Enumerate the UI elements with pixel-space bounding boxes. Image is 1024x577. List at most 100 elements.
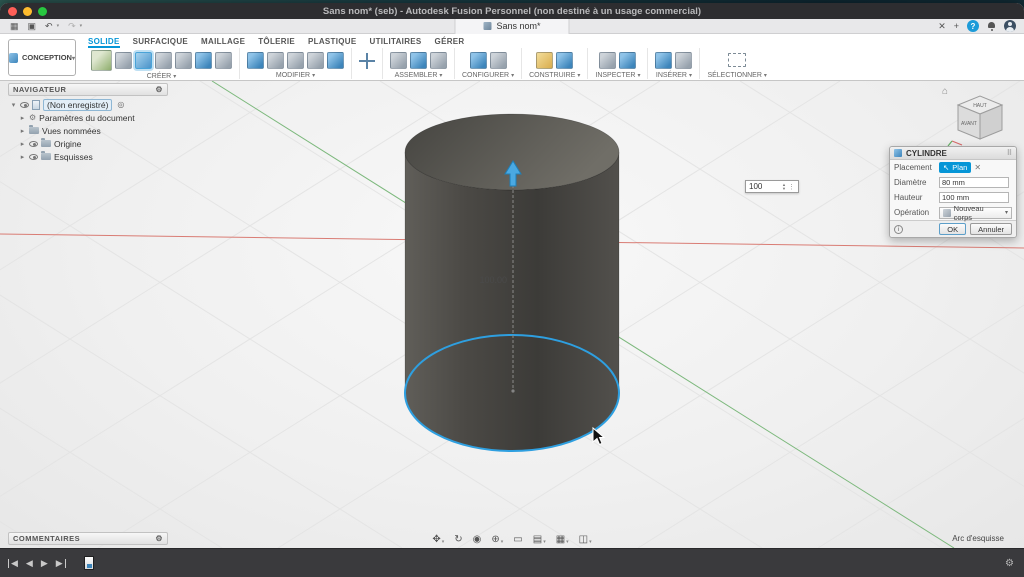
tab-surfacique[interactable]: SURFACIQUE	[133, 34, 188, 48]
visibility-eye-icon[interactable]	[29, 154, 38, 160]
group-creer-label[interactable]: CRÉER	[147, 73, 177, 80]
activate-radio-icon[interactable]: ◎	[117, 100, 124, 109]
placement-chip[interactable]: ↖ Plan	[939, 162, 971, 173]
info-icon[interactable]: i	[894, 225, 903, 234]
extrude-icon[interactable]	[195, 52, 212, 69]
expand-icon[interactable]: ▸	[19, 140, 26, 148]
section-analysis-icon[interactable]	[619, 52, 636, 69]
go-to-end-button[interactable]: ▶	[56, 559, 66, 568]
tree-item-label[interactable]: Origine	[54, 139, 81, 149]
notifications-bell-icon[interactable]	[987, 22, 996, 31]
press-pull-icon[interactable]	[247, 52, 264, 69]
close-window-button[interactable]	[8, 7, 17, 16]
save-icon[interactable]: ▣	[28, 22, 37, 31]
height-dimension-input[interactable]	[746, 182, 782, 191]
maximize-window-button[interactable]	[38, 7, 47, 16]
viewports-icon[interactable]: ◫▾	[579, 535, 592, 545]
comments-panel-header[interactable]: COMMENTAIRES ⚙	[8, 532, 168, 545]
help-icon[interactable]: ?	[967, 20, 979, 32]
fit-view-icon[interactable]: ▭	[513, 535, 522, 545]
select-icon[interactable]	[728, 53, 746, 67]
workspace-selector[interactable]: CONCEPTION	[8, 39, 76, 76]
group-modifier-label[interactable]: MODIFIER	[276, 72, 315, 79]
revolve-icon[interactable]	[215, 52, 232, 69]
expand-icon[interactable]: ▸	[19, 153, 26, 161]
primitive-cylinder-icon[interactable]	[135, 52, 152, 69]
pan-icon[interactable]: ✥▾	[432, 535, 444, 545]
redo-caret-icon[interactable]: ▾	[80, 23, 83, 29]
primitive-torus-icon[interactable]	[175, 52, 192, 69]
tab-utilitaires[interactable]: UTILITAIRES	[370, 34, 422, 48]
tab-gerer[interactable]: GÉRER	[435, 34, 465, 48]
rigid-group-icon[interactable]	[430, 52, 447, 69]
minimize-window-button[interactable]	[23, 7, 32, 16]
stepper-icon[interactable]: ▲▼	[782, 183, 786, 190]
orbit-icon[interactable]: ↻	[454, 535, 462, 545]
ok-button[interactable]: OK	[939, 223, 966, 235]
height-input[interactable]	[939, 192, 1009, 203]
drag-grip-icon[interactable]: ⋮	[788, 183, 795, 191]
zoom-icon[interactable]: ⊕▾	[491, 535, 503, 545]
group-selectionner-label[interactable]: SÉLECTIONNER	[707, 72, 766, 79]
expand-collapse-icon[interactable]: ▾	[10, 101, 17, 109]
sketch-center-point[interactable]	[511, 389, 514, 392]
measure-icon[interactable]	[599, 52, 616, 69]
tab-maillage[interactable]: MAILLAGE	[201, 34, 245, 48]
group-inserer-label[interactable]: INSÉRER	[656, 72, 692, 79]
cancel-button[interactable]: Annuler	[970, 223, 1012, 235]
navigator-panel-header[interactable]: NAVIGATEUR ⚙	[8, 83, 168, 96]
document-tab[interactable]: Sans nom*	[454, 19, 569, 34]
dialog-header[interactable]: CYLINDRE ⠿	[890, 147, 1016, 160]
tree-item-label[interactable]: Paramètres du document	[39, 113, 134, 123]
data-panel-icon[interactable]: ▦	[10, 22, 19, 31]
move-copy-icon[interactable]	[359, 53, 375, 69]
display-settings-icon[interactable]: ▤▾	[533, 535, 546, 545]
shell-icon[interactable]	[287, 52, 304, 69]
go-to-start-button[interactable]: ◀	[8, 559, 18, 568]
insert-derive-icon[interactable]	[655, 52, 672, 69]
combine-icon[interactable]	[307, 52, 324, 69]
clear-selection-icon[interactable]: ✕	[974, 163, 981, 172]
visibility-eye-icon[interactable]	[20, 102, 29, 108]
grid-settings-icon[interactable]: ▦▾	[556, 535, 569, 545]
primitive-sphere-icon[interactable]	[155, 52, 172, 69]
navigator-gear-icon[interactable]: ⚙	[155, 85, 163, 94]
fillet-icon[interactable]	[267, 52, 284, 69]
tree-row-sketches[interactable]: ▸ Esquisses	[10, 150, 135, 163]
expand-icon[interactable]: ▸	[19, 114, 26, 122]
play-button[interactable]: ▶	[41, 559, 48, 568]
configuration-table-icon[interactable]	[490, 52, 507, 69]
primitive-box-icon[interactable]	[115, 52, 132, 69]
cylinder-body[interactable]	[405, 152, 619, 451]
diameter-input[interactable]	[939, 177, 1009, 188]
expand-icon[interactable]: ▸	[19, 127, 26, 135]
profile-avatar[interactable]	[1004, 20, 1016, 32]
dialog-drag-dots-icon[interactable]: ⠿	[1007, 149, 1012, 157]
group-assembler-label[interactable]: ASSEMBLER	[395, 72, 443, 79]
change-parameters-icon[interactable]	[327, 52, 344, 69]
viewport-canvas[interactable]: 100.00 NAVIGATEUR ⚙ ▾ (Non enregistré) ◎…	[0, 81, 1024, 548]
visibility-eye-icon[interactable]	[29, 141, 38, 147]
new-tab-icon[interactable]: +	[954, 21, 959, 31]
redo-icon[interactable]: ↷	[68, 22, 76, 31]
tree-row-named-views[interactable]: ▸ Vues nommées	[10, 124, 135, 137]
tree-row-origin[interactable]: ▸ Origine	[10, 137, 135, 150]
undo-icon[interactable]: ↶	[45, 22, 53, 31]
tab-plastique[interactable]: PLASTIQUE	[308, 34, 356, 48]
home-view-icon[interactable]: ⌂	[942, 86, 948, 97]
timeline-gear-icon[interactable]: ⚙	[1005, 558, 1014, 569]
close-tab-icon[interactable]: ✕	[938, 21, 946, 32]
construction-axis-icon[interactable]	[556, 52, 573, 69]
tree-row-document[interactable]: ▾ (Non enregistré) ◎	[10, 98, 135, 111]
tab-tolerie[interactable]: TÔLERIE	[258, 34, 295, 48]
create-sketch-icon[interactable]	[91, 50, 112, 71]
tree-item-label[interactable]: Esquisses	[54, 152, 93, 162]
construction-plane-icon[interactable]	[536, 52, 553, 69]
group-inspecter-label[interactable]: INSPECTER	[595, 72, 640, 79]
step-back-button[interactable]: ◀	[26, 559, 33, 568]
group-construire-label[interactable]: CONSTRUIRE	[529, 72, 580, 79]
timeline-feature-marker[interactable]	[84, 556, 94, 570]
comments-gear-icon[interactable]: ⚙	[155, 534, 163, 543]
operation-select[interactable]: Nouveau corps ▾	[939, 207, 1012, 219]
tree-item-label[interactable]: (Non enregistré)	[43, 99, 112, 111]
